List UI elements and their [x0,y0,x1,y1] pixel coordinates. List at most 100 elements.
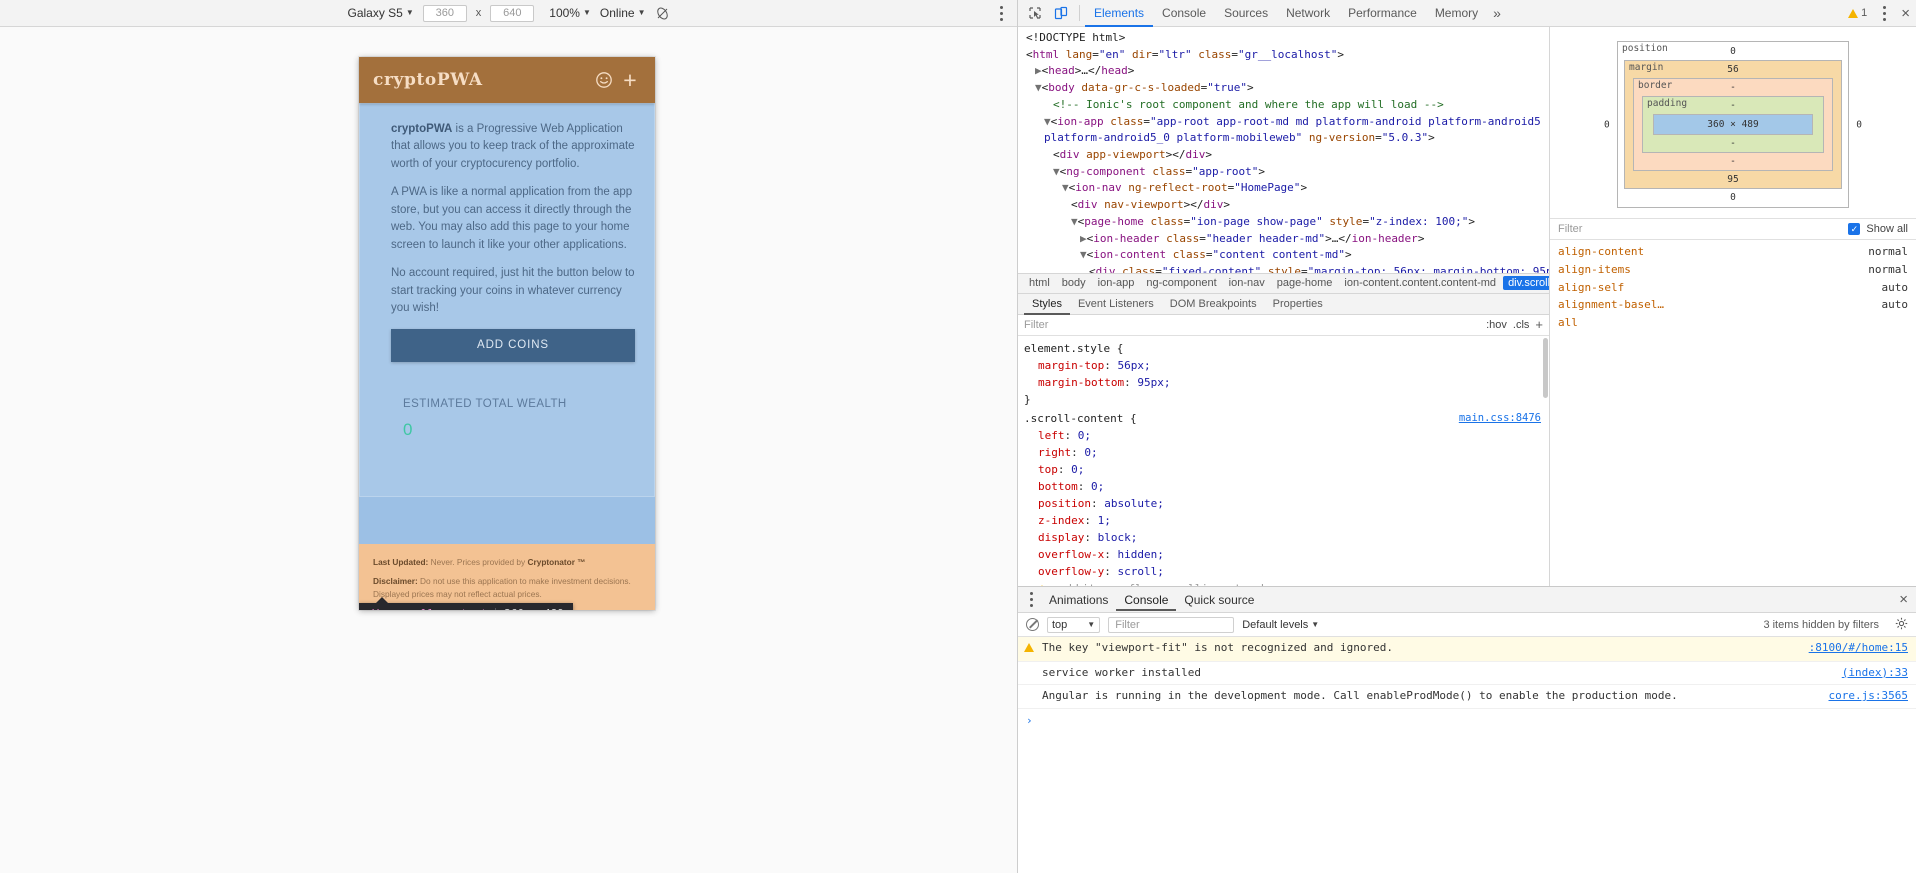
breadcrumb-item-scroll-content[interactable]: div.scroll-content [1503,276,1549,290]
style-property[interactable]: margin-top: 56px; [1024,357,1543,374]
dom-tree-line[interactable]: <div nav-viewport></div> [1022,197,1549,214]
dom-tree-line[interactable]: ▶<head>…</head> [1022,63,1549,80]
style-property[interactable]: margin-bottom: 95px; [1024,374,1543,391]
styles-scrollbar[interactable] [1543,337,1548,398]
dom-tree-line[interactable]: ▼<ion-app class="app-root app-root-md md… [1022,114,1549,131]
box-model-border-bottom[interactable]: - [1730,156,1736,167]
console-message-source[interactable]: core.js:3565 [1819,688,1908,705]
style-rule-selector[interactable]: element.style { [1024,340,1543,357]
computed-property-row[interactable]: all [1558,314,1908,332]
tab-dom-breakpoints[interactable]: DOM Breakpoints [1162,293,1265,315]
device-toggle-icon[interactable] [1048,1,1074,25]
dom-tree-line[interactable]: ▼<body data-gr-c-s-loaded="true"> [1022,80,1549,97]
tab-properties[interactable]: Properties [1265,293,1331,315]
dom-tree-line[interactable]: ▶<ion-header class="header header-md">…<… [1022,231,1549,248]
console-message-row[interactable]: service worker installed (index):33 [1018,662,1916,685]
inspect-cursor-icon[interactable] [1022,1,1048,25]
smiley-face-icon[interactable] [591,67,617,93]
box-model-padding-top[interactable]: - [1730,100,1736,111]
style-rule[interactable]: element.style {margin-top: 56px; margin-b… [1024,340,1543,408]
breadcrumb-item-body[interactable]: body [1057,276,1091,290]
box-model-margin-top[interactable]: 56 [1727,64,1738,75]
console-messages[interactable]: The key "viewport-fit" is not recognized… [1018,637,1916,873]
style-property[interactable]: z-index: 1; [1024,512,1543,529]
console-message-source[interactable]: :8100/#/home:15 [1799,640,1908,657]
style-property[interactable]: display: block; [1024,529,1543,546]
dom-tree-line[interactable]: <!DOCTYPE html> [1022,30,1549,47]
styles-filter-input[interactable]: Filter [1024,319,1480,331]
drawer-close-button[interactable]: × [1899,591,1916,608]
add-coins-button[interactable]: ADD COINS [391,328,635,362]
clear-console-icon[interactable] [1026,618,1039,631]
dom-tree-line[interactable]: <div app-viewport></div> [1022,147,1549,164]
computed-property-row[interactable]: alignment-basel… auto [1558,296,1908,314]
tab-elements[interactable]: Elements [1085,0,1153,27]
dom-tree-line[interactable]: ▼<page-home class="ion-page show-page" s… [1022,214,1549,231]
force-state-button[interactable]: :hov [1486,319,1507,331]
styles-rules-list[interactable]: element.style {margin-top: 56px; margin-b… [1018,335,1549,586]
plus-icon[interactable]: + [617,67,643,93]
console-context-select[interactable]: top ▼ [1047,616,1101,633]
devtools-settings-menu-button[interactable] [1871,1,1897,25]
dom-tree-line[interactable]: ▼<ng-component class="app-root"> [1022,164,1549,181]
warning-count-badge[interactable]: 1 [1848,7,1867,19]
console-message-source[interactable]: (index):33 [1832,665,1908,682]
tab-styles[interactable]: Styles [1024,293,1070,315]
drawer-tab-animations[interactable]: Animations [1041,589,1116,611]
tab-console[interactable]: Console [1153,0,1215,27]
drawer-tab-console[interactable]: Console [1116,589,1176,611]
computed-filter-input[interactable]: Filter [1558,223,1842,235]
drawer-menu-button[interactable] [1022,591,1041,609]
element-classes-button[interactable]: .cls [1513,319,1530,331]
box-model-border-top[interactable]: - [1730,82,1736,93]
computed-property-row[interactable]: align-items normal [1558,261,1908,279]
style-property[interactable]: right: 0; [1024,444,1543,461]
tab-sources[interactable]: Sources [1215,0,1277,27]
console-prompt[interactable]: › [1018,709,1916,734]
console-filter-input[interactable]: Filter [1108,616,1235,633]
breadcrumb-item-ng-component[interactable]: ng-component [1141,276,1221,290]
dom-tree-line[interactable]: platform-android5_0 platform-mobileweb" … [1022,130,1549,147]
style-property[interactable]: top: 0; [1024,461,1543,478]
tab-event-listeners[interactable]: Event Listeners [1070,293,1162,315]
style-rule[interactable]: .scroll-content {main.css:8476 left: 0; ri… [1024,410,1543,586]
dom-tree-line[interactable]: ▼<ion-nav ng-reflect-root="HomePage"> [1022,180,1549,197]
style-rule-selector[interactable]: .scroll-content {main.css:8476 [1024,410,1543,427]
console-message-row[interactable]: Angular is running in the development mo… [1018,685,1916,709]
dom-tree-line[interactable]: ▼<ion-content class="content content-md"… [1022,247,1549,264]
tab-memory[interactable]: Memory [1426,0,1487,27]
box-model-margin-bottom[interactable]: 95 [1727,174,1738,185]
computed-property-row[interactable]: align-self auto [1558,279,1908,297]
devtools-close-button[interactable]: × [1901,6,1910,21]
tab-network[interactable]: Network [1277,0,1339,27]
breadcrumb-item-page-home[interactable]: page-home [1272,276,1338,290]
style-rule-source[interactable]: main.css:8476 [1459,410,1541,426]
computed-properties-list[interactable]: align-content normal align-items normal alig… [1550,240,1916,586]
breadcrumb-item-ion-nav[interactable]: ion-nav [1224,276,1270,290]
network-throttle-select[interactable]: Online ▼ [600,6,646,20]
breadcrumb-item-html[interactable]: html [1024,276,1055,290]
breadcrumb-item-ion-content[interactable]: ion-content.content.content-md [1339,276,1501,290]
style-property[interactable]: -webkit-overflow-scrolling: touch; [1024,580,1543,586]
computed-property-row[interactable]: align-content normal [1558,243,1908,261]
drawer-tab-quick-source[interactable]: Quick source [1176,589,1262,611]
show-all-checkbox[interactable]: ✓ [1848,223,1861,235]
viewport-width-input[interactable]: 360 [422,4,467,22]
console-levels-select[interactable]: Default levels ▼ [1242,619,1319,631]
style-property[interactable]: position: absolute; [1024,495,1543,512]
dom-tree-line[interactable]: <!-- Ionic's root component and where th… [1022,97,1549,114]
console-message-row[interactable]: The key "viewport-fit" is not recognized… [1018,637,1916,662]
style-property[interactable]: bottom: 0; [1024,478,1543,495]
device-select[interactable]: Galaxy S5 ▼ [347,6,413,20]
tab-performance[interactable]: Performance [1339,0,1426,27]
style-property[interactable]: overflow-y: scroll; [1024,563,1543,580]
dom-tree[interactable]: <!DOCTYPE html> <html lang="en" dir="ltr"… [1018,27,1549,273]
more-tabs-button[interactable]: » [1487,0,1507,27]
throttle-slash-icon[interactable] [655,6,670,21]
dom-tree-line[interactable]: <div class="fixed-content" style="margin… [1022,264,1549,272]
gear-icon[interactable] [1895,617,1908,633]
zoom-select[interactable]: 100% ▼ [549,6,591,20]
new-style-rule-button[interactable]: + [1535,318,1543,331]
dom-tree-line[interactable]: <html lang="en" dir="ltr" class="gr__loc… [1022,47,1549,64]
box-model-padding-bottom[interactable]: - [1730,138,1736,149]
